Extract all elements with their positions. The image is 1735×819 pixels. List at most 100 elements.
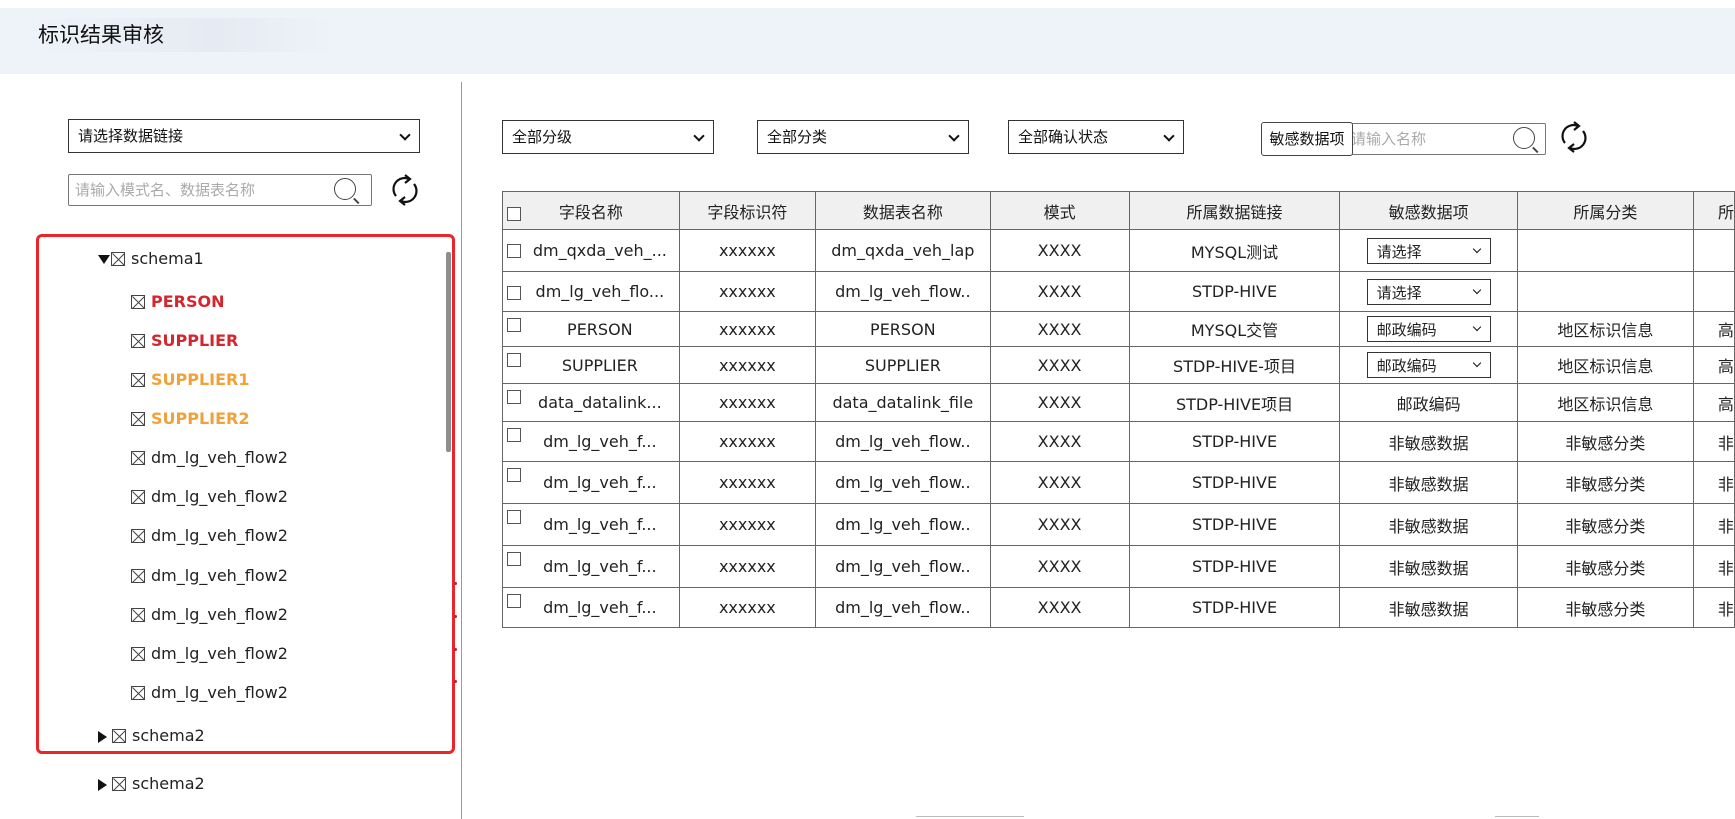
table-cell: STDP-HIVE项目 (1128, 383, 1341, 422)
table-row[interactable]: dm_lg_veh_flo... xxxxxx dm_lg_veh_flow.. XX… (502, 271, 1735, 312)
tree-table-node[interactable]: dm_lg_veh_flow2 (131, 642, 288, 666)
tree-scrollbar[interactable] (446, 252, 451, 452)
cell-value: xxxxxx (718, 393, 776, 412)
table-cell: PERSON (815, 311, 991, 347)
table-row[interactable]: dm_lg_veh_f... xxxxxx dm_lg_veh_flow.. XXXX… (502, 545, 1735, 588)
table-cell: 高 (1692, 346, 1735, 384)
column-header[interactable]: 所属数据链接 (1128, 191, 1341, 230)
table-cell: xxxxxx (678, 503, 817, 546)
cell-value: data_datalink_file (832, 393, 974, 412)
results-table: 字段名称 字段标识符 数据表名称 模式 所属数据链接 敏感数据项 所属分类 所 dm_qxda… (502, 191, 1735, 628)
column-header[interactable]: 所属分类 (1516, 191, 1694, 230)
sensitive-item-select[interactable]: 请选择 (1366, 278, 1491, 305)
table-cell: xxxxxx (678, 545, 817, 588)
row-checkbox[interactable] (507, 468, 521, 482)
cell-value: STDP-HIVE (1191, 598, 1278, 617)
table-cell: STDP-HIVE-项目 (1128, 346, 1341, 384)
sensitive-item-select[interactable]: 邮政编码 (1366, 316, 1491, 342)
level-filter-select[interactable]: 全部分级 (502, 120, 714, 154)
row-checkbox[interactable] (507, 428, 521, 442)
table-cell: xxxxxx (678, 587, 817, 628)
expand-triangle-icon[interactable] (98, 778, 107, 791)
cell-value: PERSON (870, 319, 936, 339)
table-cell: dm_lg_veh_f... (502, 503, 680, 546)
chevron-down-icon (1472, 358, 1481, 368)
cell-value: data_datalink... (538, 393, 662, 412)
table-cell (1692, 271, 1735, 312)
column-header[interactable]: 数据表名称 (815, 191, 991, 230)
table-cell: xxxxxx (678, 229, 817, 272)
column-header[interactable]: 所 (1692, 191, 1735, 230)
tree-table-node[interactable]: dm_lg_veh_flow2 (131, 446, 288, 470)
table-cell: 邮政编码 (1339, 346, 1518, 384)
sensitive-item-button[interactable]: 敏感数据项 (1261, 122, 1353, 156)
row-checkbox[interactable] (507, 318, 521, 332)
cell-value: XXXX (1037, 557, 1082, 576)
tree-table-node[interactable]: dm_lg_veh_flow2 (131, 564, 288, 588)
row-checkbox[interactable] (507, 286, 521, 300)
table-cell: XXXX (989, 461, 1130, 504)
cell-value: XXXX (1037, 432, 1082, 451)
column-header[interactable]: 字段标识符 (678, 191, 817, 230)
select-all-checkbox[interactable] (507, 207, 521, 221)
tree-table-node[interactable]: SUPPLIER (131, 329, 238, 353)
table-row[interactable]: dm_lg_veh_f... xxxxxx dm_lg_veh_flow.. XXXX… (502, 587, 1735, 628)
table-row[interactable]: dm_lg_veh_f... xxxxxx dm_lg_veh_flow.. XXXX… (502, 421, 1735, 462)
cell-value: dm_qxda_veh_... (532, 241, 667, 260)
cell-value: XXXX (1037, 319, 1082, 339)
tree-table-node[interactable]: SUPPLIER1 (131, 368, 250, 392)
tree-schema-node[interactable]: schema2 (98, 772, 205, 796)
refresh-icon[interactable] (388, 173, 422, 207)
table-cell: SUPPLIER (502, 346, 680, 384)
table-row[interactable]: dm_lg_veh_f... xxxxxx dm_lg_veh_flow.. XXXX… (502, 461, 1735, 504)
table-row[interactable]: data_datalink... xxxxxx data_datalink_file… (502, 383, 1735, 422)
row-checkbox[interactable] (507, 353, 521, 367)
column-header[interactable]: 敏感数据项 (1339, 191, 1518, 230)
table-cell: dm_lg_veh_flow.. (815, 503, 991, 546)
table-cell: STDP-HIVE (1128, 461, 1341, 504)
column-header-label: 字段标识符 (707, 202, 788, 222)
tree-table-label: dm_lg_veh_flow2 (151, 683, 288, 702)
tree-schema-node[interactable]: schema1 (98, 247, 204, 271)
tree-search-input[interactable]: 请输入模式名、数据表名称 (68, 174, 372, 206)
row-checkbox[interactable] (507, 244, 521, 258)
table-row[interactable]: SUPPLIER xxxxxx SUPPLIER XXXX STDP-HIVE-项目 邮政… (502, 346, 1735, 384)
tree-table-node[interactable]: dm_lg_veh_flow2 (131, 681, 288, 705)
table-cell: 非 (1692, 545, 1735, 588)
cell-value: 非 (1717, 558, 1734, 578)
table-cell: xxxxxx (678, 383, 817, 422)
table-cell: STDP-HIVE (1128, 271, 1341, 312)
row-checkbox[interactable] (507, 594, 521, 608)
cell-value: 非敏感分类 (1565, 558, 1646, 578)
cell-value: xxxxxx (718, 515, 776, 534)
table-cell: dm_lg_veh_flow.. (815, 587, 991, 628)
tree-table-node[interactable]: SUPPLIER2 (131, 407, 250, 431)
sensitive-item-select[interactable]: 请选择 (1366, 237, 1491, 264)
tree-schema-node[interactable]: schema2 (98, 724, 205, 748)
search-icon[interactable] (334, 178, 356, 200)
datalink-select[interactable]: 请选择数据链接 (68, 119, 420, 153)
search-icon[interactable] (1513, 127, 1535, 149)
table-row[interactable]: PERSON xxxxxx PERSON XXXX MYSQL交管 邮政编码 地区标识信息 高 (502, 311, 1735, 347)
table-cell: xxxxxx (678, 461, 817, 504)
cell-value: STDP-HIVE项目 (1175, 394, 1294, 414)
collapse-triangle-icon[interactable] (98, 255, 110, 264)
column-header[interactable]: 字段名称 (502, 191, 680, 230)
tree-table-node[interactable]: dm_lg_veh_flow2 (131, 485, 288, 509)
tree-table-node[interactable]: dm_lg_veh_flow2 (131, 524, 288, 548)
row-checkbox[interactable] (507, 390, 521, 404)
row-checkbox[interactable] (507, 510, 521, 524)
chevron-down-icon (1472, 244, 1481, 253)
column-header[interactable]: 模式 (989, 191, 1130, 230)
tree-table-node[interactable]: dm_lg_veh_flow2 (131, 603, 288, 627)
tree-table-node[interactable]: PERSON (131, 290, 225, 314)
category-filter-select[interactable]: 全部分类 (757, 120, 969, 154)
table-row[interactable]: dm_lg_veh_f... xxxxxx dm_lg_veh_flow.. XXXX… (502, 503, 1735, 546)
cell-value: 非敏感分类 (1565, 516, 1646, 536)
row-checkbox[interactable] (507, 552, 521, 566)
refresh-icon[interactable] (1557, 120, 1591, 154)
table-row[interactable]: dm_qxda_veh_... xxxxxx dm_qxda_veh_lap XXXX… (502, 229, 1735, 272)
sensitive-item-select[interactable]: 邮政编码 (1366, 352, 1491, 378)
expand-triangle-icon[interactable] (98, 730, 107, 743)
status-filter-select[interactable]: 全部确认状态 (1008, 120, 1184, 154)
